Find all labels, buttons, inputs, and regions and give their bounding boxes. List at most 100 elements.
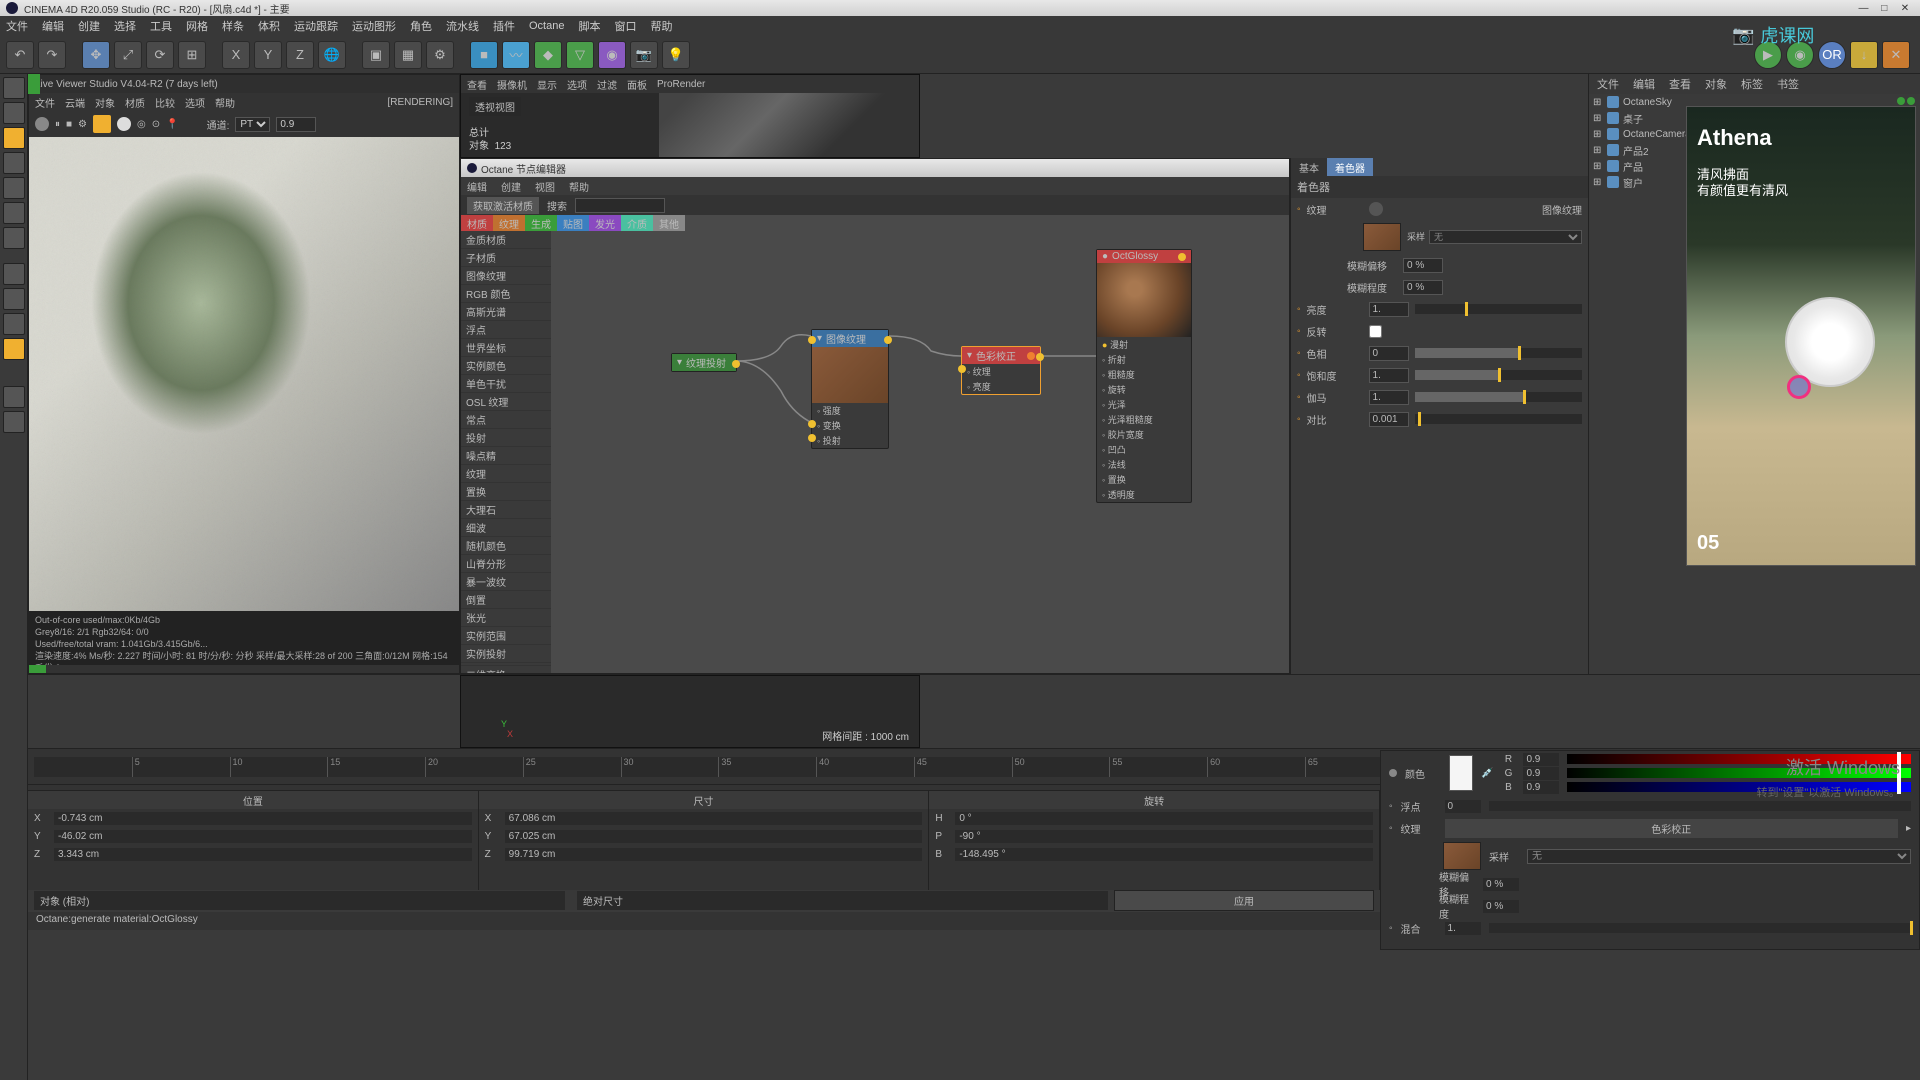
- node-list-item[interactable]: RGB 颜色: [461, 285, 551, 303]
- get-active-material-button[interactable]: 获取激活材质: [467, 197, 539, 214]
- menu-plugins[interactable]: 插件: [493, 18, 515, 34]
- cube-primitive[interactable]: ■: [470, 41, 498, 69]
- model-mode[interactable]: [3, 77, 25, 99]
- float-input[interactable]: 0: [1445, 800, 1481, 813]
- vp-menu-panel[interactable]: 面板: [627, 77, 647, 92]
- vp-menu-prorender[interactable]: ProRender: [657, 79, 705, 90]
- brightness-slider[interactable]: [1415, 304, 1582, 314]
- poly-mode[interactable]: [3, 227, 25, 249]
- node-list-item[interactable]: 实例范围: [461, 627, 551, 645]
- mat-tab-basic[interactable]: 基本: [1291, 158, 1327, 176]
- tex-link-icon[interactable]: [1369, 202, 1383, 216]
- material-channel-port[interactable]: ◦ 凹凸: [1097, 442, 1191, 457]
- generator-button[interactable]: ◆: [534, 41, 562, 69]
- menu-help[interactable]: 帮助: [650, 18, 672, 34]
- texture-mode[interactable]: [3, 102, 25, 124]
- material-channel-port[interactable]: ◦ 透明度: [1097, 487, 1191, 502]
- node-list-item[interactable]: 置换: [461, 483, 551, 501]
- menu-mesh[interactable]: 网格: [186, 18, 208, 34]
- pos-y-input[interactable]: -46.02 cm: [54, 830, 472, 843]
- lv-focus-icon[interactable]: ⊙: [152, 119, 160, 130]
- mix-slider[interactable]: [1489, 923, 1911, 933]
- om-menu-file[interactable]: 文件: [1597, 76, 1619, 92]
- pos-x-input[interactable]: -0.743 cm: [54, 812, 472, 825]
- lv-menu-mat[interactable]: 材质: [125, 95, 145, 110]
- rot-b-input[interactable]: -148.495 °: [955, 848, 1373, 861]
- field-button[interactable]: ◉: [598, 41, 626, 69]
- timeline-marker[interactable]: [28, 74, 40, 94]
- ne-tab-gen[interactable]: 生成: [525, 215, 557, 231]
- ne-menu-create[interactable]: 创建: [501, 179, 521, 194]
- recent-tool[interactable]: ⊞: [178, 41, 206, 69]
- lv-menu-file[interactable]: 文件: [35, 95, 55, 110]
- menu-spline[interactable]: 样条: [222, 18, 244, 34]
- material-channel-port[interactable]: ◦ 旋转: [1097, 382, 1191, 397]
- redo-button[interactable]: ↷: [38, 41, 66, 69]
- node-list-item[interactable]: 随机颜色: [461, 537, 551, 555]
- material-channel-port[interactable]: ◦ 胶片宽度: [1097, 427, 1191, 442]
- node-list-item[interactable]: 噪点精: [461, 447, 551, 465]
- menu-motrack[interactable]: 运动跟踪: [294, 18, 338, 34]
- node-list-item[interactable]: 二维变换: [461, 666, 551, 673]
- ne-search-input[interactable]: [575, 198, 665, 213]
- axis-z-toggle[interactable]: Z: [286, 41, 314, 69]
- om-menu-edit[interactable]: 编辑: [1633, 76, 1655, 92]
- node-list-item[interactable]: 暴一波纹: [461, 573, 551, 591]
- hue-slider[interactable]: [1415, 348, 1582, 358]
- blur-offset-input[interactable]: 0 %: [1403, 258, 1443, 273]
- lv-exposure-input[interactable]: [276, 117, 316, 132]
- close-button[interactable]: ✕: [1896, 3, 1914, 14]
- material-channel-port[interactable]: ◦ 光泽: [1097, 397, 1191, 412]
- om-menu-bookmarks[interactable]: 书签: [1777, 76, 1799, 92]
- contrast-slider[interactable]: [1415, 414, 1582, 424]
- rot-p-input[interactable]: -90 °: [955, 830, 1373, 843]
- tweaks-mode[interactable]: [3, 263, 25, 285]
- color-r-input[interactable]: 0.9: [1523, 753, 1559, 766]
- vp-menu-options[interactable]: 选项: [567, 77, 587, 92]
- node-texture-projection[interactable]: ▾ 纹理投射: [671, 353, 737, 372]
- vp-menu-filter[interactable]: 过滤: [597, 77, 617, 92]
- minimize-button[interactable]: —: [1854, 3, 1872, 14]
- object-mode[interactable]: [3, 127, 25, 149]
- axis-y-toggle[interactable]: Y: [254, 41, 282, 69]
- brightness-input[interactable]: 1.: [1369, 302, 1409, 317]
- reference-image[interactable]: Athena 清风拂面有颜值更有清风 05: [1686, 106, 1916, 566]
- node-color-correction[interactable]: ▾ 色彩校正 ◦ 纹理 ◦ 亮度: [961, 346, 1041, 395]
- vp-menu-camera[interactable]: 摄像机: [497, 77, 527, 92]
- contrast-input[interactable]: 0.001: [1369, 412, 1409, 427]
- material-channel-port[interactable]: ◦ 法线: [1097, 457, 1191, 472]
- lv-sphere-icon[interactable]: [117, 117, 131, 131]
- menu-octane[interactable]: Octane: [529, 20, 564, 32]
- node-list-item[interactable]: 高斯光谱: [461, 303, 551, 321]
- ne-menu-edit[interactable]: 编辑: [467, 179, 487, 194]
- deformer-button[interactable]: ▽: [566, 41, 594, 69]
- attr-texture-thumb[interactable]: [1443, 842, 1481, 870]
- lv-restart-icon[interactable]: [35, 117, 49, 131]
- undo-button[interactable]: ↶: [6, 41, 34, 69]
- axis-x-toggle[interactable]: X: [222, 41, 250, 69]
- lv-pause-icon[interactable]: ⏸: [55, 119, 60, 130]
- node-list-item[interactable]: 世界坐标: [461, 339, 551, 357]
- float-slider[interactable]: [1489, 801, 1911, 811]
- ne-tab-mat[interactable]: 材质: [461, 215, 493, 231]
- axis-mode[interactable]: [3, 152, 25, 174]
- material-channel-port[interactable]: ◦ 置换: [1097, 472, 1191, 487]
- menu-tools[interactable]: 工具: [150, 18, 172, 34]
- lv-channel-select[interactable]: PT: [235, 117, 270, 132]
- ne-tab-medium[interactable]: 介质: [621, 215, 653, 231]
- menu-volume[interactable]: 体积: [258, 18, 280, 34]
- render-region-button[interactable]: ▦: [394, 41, 422, 69]
- rot-h-input[interactable]: 0 °: [955, 812, 1373, 825]
- lv-gear-icon[interactable]: ⚙: [78, 119, 87, 130]
- node-list-item[interactable]: 山脊分形: [461, 555, 551, 573]
- color-b-input[interactable]: 0.9: [1523, 781, 1559, 794]
- viewport-3d-bottom[interactable]: YX 网格间距 : 1000 cm: [460, 675, 920, 748]
- xray-toggle[interactable]: [3, 411, 25, 433]
- lv-pin-icon[interactable]: 📍: [166, 119, 178, 130]
- node-list-item[interactable]: 子材质: [461, 249, 551, 267]
- texture-thumbnail[interactable]: [1363, 223, 1401, 251]
- hue-input[interactable]: 0: [1369, 346, 1409, 361]
- menu-pipeline[interactable]: 流水线: [446, 18, 479, 34]
- color-g-input[interactable]: 0.9: [1523, 767, 1559, 780]
- snap-toggle[interactable]: [3, 288, 25, 310]
